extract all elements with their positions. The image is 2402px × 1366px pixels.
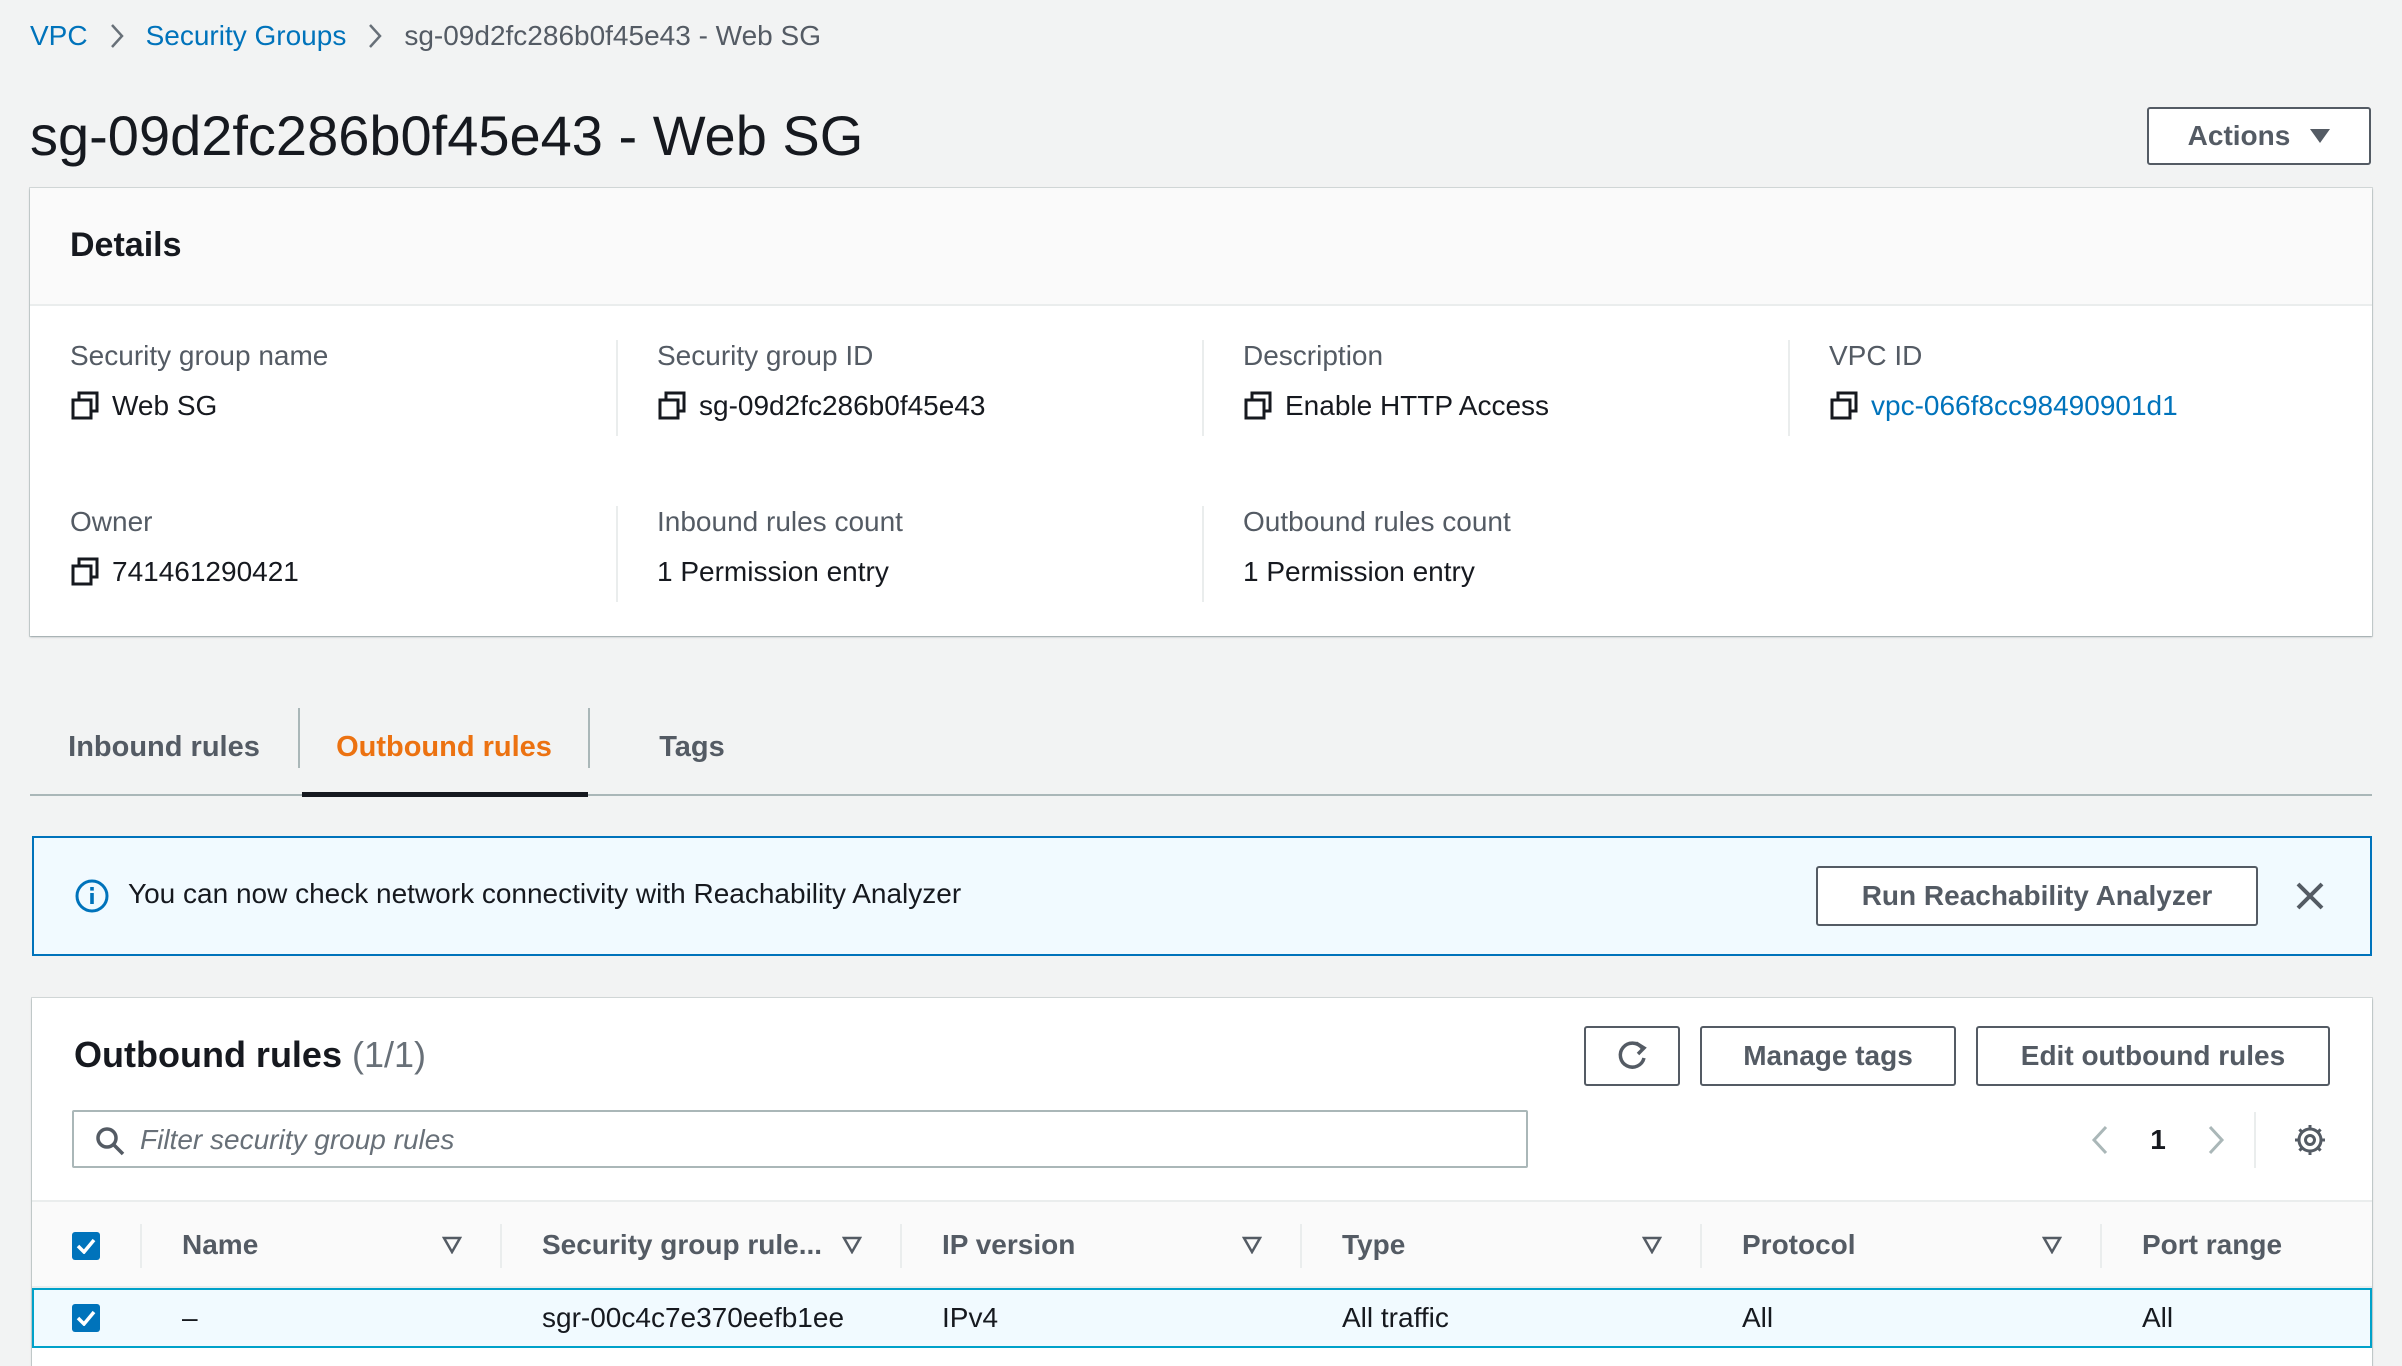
copy-icon[interactable] bbox=[657, 391, 687, 421]
chevron-right-icon bbox=[346, 22, 404, 50]
filter-rules-input[interactable] bbox=[140, 1122, 1500, 1158]
copy-icon[interactable] bbox=[70, 557, 100, 587]
owner-value: 741461290421 bbox=[112, 556, 299, 587]
cell-name: – bbox=[182, 1302, 198, 1333]
sort-icon[interactable] bbox=[1642, 1236, 1662, 1254]
chevron-left-icon bbox=[2091, 1125, 2108, 1155]
row-checkbox[interactable] bbox=[72, 1304, 100, 1332]
security-group-name-value: Web SG bbox=[112, 390, 218, 421]
tab-bar: Inbound rules Outbound rules Tags bbox=[30, 700, 2372, 797]
column-header-port-range[interactable]: Port range bbox=[2142, 1202, 2282, 1288]
column-divider bbox=[616, 340, 618, 436]
chevron-right-icon bbox=[88, 22, 146, 50]
info-icon bbox=[75, 879, 109, 913]
column-divider bbox=[1202, 340, 1204, 436]
column-divider bbox=[900, 1224, 902, 1268]
column-header-rule-id[interactable]: Security group rule... bbox=[542, 1202, 822, 1288]
cell-type: All traffic bbox=[1342, 1302, 1449, 1333]
vpc-id-link[interactable]: vpc-066f8cc98490901d1 bbox=[1871, 388, 2178, 424]
description-value: Enable HTTP Access bbox=[1285, 390, 1550, 421]
tab-divider bbox=[298, 708, 300, 768]
chevron-right-icon bbox=[2208, 1125, 2225, 1155]
details-title: Details bbox=[70, 226, 182, 264]
column-divider bbox=[1202, 506, 1204, 602]
sort-icon[interactable] bbox=[2042, 1236, 2062, 1254]
field-security-group-name: Security group name Web SG bbox=[70, 338, 328, 424]
copy-icon[interactable] bbox=[70, 391, 100, 421]
column-header-ip-version[interactable]: IP version bbox=[942, 1202, 1075, 1288]
table-row[interactable]: – sgr-00c4c7e370eefb1ee IPv4 All traffic… bbox=[32, 1288, 2372, 1348]
tab-divider bbox=[588, 708, 590, 768]
pager-divider bbox=[2254, 1112, 2256, 1168]
edit-outbound-rules-button[interactable]: Edit outbound rules bbox=[1976, 1026, 2330, 1086]
sort-icon[interactable] bbox=[442, 1236, 462, 1254]
details-panel: Details Security group name Web SG Secur… bbox=[30, 188, 2372, 636]
table-count: (1/1) bbox=[352, 1034, 427, 1075]
tab-inbound-rules[interactable]: Inbound rules bbox=[30, 700, 298, 794]
checkbox-checked-icon bbox=[76, 1310, 96, 1326]
field-description: Description Enable HTTP Access bbox=[1243, 338, 1549, 424]
search-icon bbox=[96, 1127, 125, 1156]
security-group-id-value: sg-09d2fc286b0f45e43 bbox=[699, 390, 986, 421]
cell-port-range: All bbox=[2142, 1302, 2174, 1333]
sort-icon[interactable] bbox=[1242, 1236, 1262, 1254]
column-divider bbox=[1700, 1224, 1702, 1268]
breadcrumb-current: sg-09d2fc286b0f45e43 - Web SG bbox=[404, 20, 821, 51]
search-box bbox=[72, 1110, 1528, 1168]
gear-icon bbox=[2295, 1125, 2325, 1155]
breadcrumb-security-groups-link[interactable]: Security Groups bbox=[146, 20, 347, 52]
next-page-button[interactable] bbox=[2194, 1118, 2238, 1162]
active-tab-indicator bbox=[302, 792, 588, 797]
table-title-text: Outbound rules bbox=[74, 1034, 342, 1075]
column-header-protocol[interactable]: Protocol bbox=[1742, 1202, 1856, 1288]
field-inbound-rules-count: Inbound rules count 1 Permission entry bbox=[657, 504, 903, 590]
cell-ip-version: IPv4 bbox=[942, 1302, 999, 1333]
sort-icon[interactable] bbox=[842, 1236, 862, 1254]
manage-tags-button[interactable]: Manage tags bbox=[1700, 1026, 1956, 1086]
checkbox-checked-icon bbox=[76, 1238, 96, 1254]
refresh-icon bbox=[1618, 1041, 1647, 1069]
field-vpc-id: VPC ID vpc-066f8cc98490901d1 bbox=[1829, 338, 2178, 424]
details-header: Details bbox=[30, 188, 2372, 306]
close-icon[interactable] bbox=[2290, 876, 2330, 916]
alert-message: You can now check network connectivity w… bbox=[128, 878, 962, 909]
run-reachability-analyzer-button[interactable]: Run Reachability Analyzer bbox=[1816, 866, 2258, 926]
cell-protocol: All bbox=[1742, 1302, 1774, 1333]
refresh-button[interactable] bbox=[1584, 1026, 1680, 1086]
tab-tags[interactable]: Tags bbox=[592, 700, 792, 794]
breadcrumb: VPC Security Groups sg-09d2fc286b0f45e43… bbox=[30, 18, 821, 54]
actions-button[interactable]: Actions bbox=[2147, 107, 2371, 165]
table-title: Outbound rules (1/1) bbox=[74, 1034, 426, 1076]
column-header-type[interactable]: Type bbox=[1342, 1202, 1405, 1288]
actions-button-label: Actions bbox=[2187, 120, 2291, 151]
copy-icon[interactable] bbox=[1829, 391, 1859, 421]
column-divider bbox=[140, 1224, 142, 1268]
inbound-rules-count-value: 1 Permission entry bbox=[657, 556, 889, 587]
field-security-group-id: Security group ID sg-09d2fc286b0f45e43 bbox=[657, 338, 985, 424]
column-divider bbox=[1300, 1224, 1302, 1268]
field-owner: Owner 741461290421 bbox=[70, 504, 299, 590]
tab-outbound-rules[interactable]: Outbound rules bbox=[302, 700, 586, 794]
previous-page-button[interactable] bbox=[2078, 1118, 2122, 1162]
page-title: sg-09d2fc286b0f45e43 - Web SG bbox=[30, 104, 864, 167]
field-outbound-rules-count: Outbound rules count 1 Permission entry bbox=[1243, 504, 1511, 590]
column-divider bbox=[500, 1224, 502, 1268]
select-all-checkbox[interactable] bbox=[72, 1232, 100, 1260]
cell-rule-id: sgr-00c4c7e370eefb1ee bbox=[542, 1302, 845, 1333]
column-divider bbox=[1788, 340, 1790, 436]
page-number[interactable]: 1 bbox=[2136, 1118, 2180, 1162]
preferences-button[interactable] bbox=[2288, 1118, 2332, 1162]
caret-down-icon bbox=[2310, 129, 2331, 143]
column-header-name[interactable]: Name bbox=[182, 1202, 258, 1288]
copy-icon[interactable] bbox=[1243, 391, 1273, 421]
table-header: Name Security group rule... IP version T… bbox=[32, 1200, 2372, 1288]
column-divider bbox=[616, 506, 618, 602]
column-divider bbox=[2100, 1224, 2102, 1268]
breadcrumb-vpc-link[interactable]: VPC bbox=[30, 20, 88, 52]
outbound-rules-count-value: 1 Permission entry bbox=[1243, 556, 1475, 587]
